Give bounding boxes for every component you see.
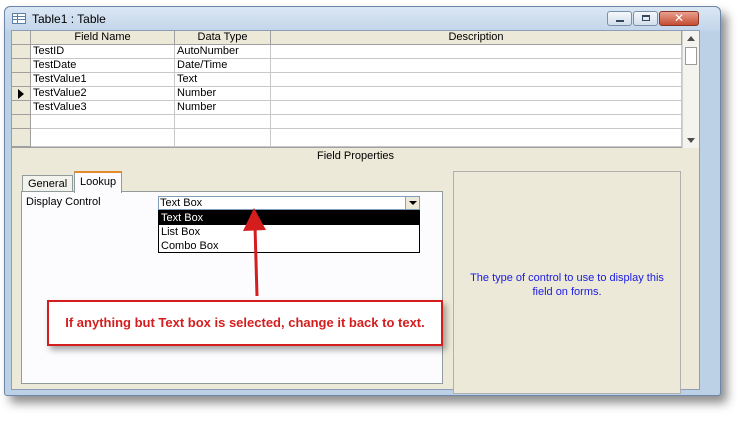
title-bar[interactable]: Table1 : Table ✕	[5, 7, 720, 31]
row-selector[interactable]	[12, 59, 31, 73]
lookup-tab-panel: Display Control Text Box Text Box List B…	[21, 191, 443, 384]
data-type-cell[interactable]: AutoNumber	[175, 45, 271, 59]
window-title: Table1 : Table	[32, 12, 106, 26]
field-name-cell[interactable]: TestValue1	[31, 73, 175, 87]
annotation-callout: If anything but Text box is selected, ch…	[47, 300, 443, 346]
field-name-cell[interactable]: TestDate	[31, 59, 175, 73]
field-name-cell[interactable]	[31, 129, 175, 147]
field-properties-title: Field Properties	[12, 148, 699, 164]
row-selector-current[interactable]	[12, 87, 31, 101]
data-type-cell[interactable]: Number	[175, 101, 271, 115]
current-row-pointer-icon	[18, 89, 24, 99]
field-name-cell[interactable]	[31, 115, 175, 129]
close-icon: ✕	[673, 11, 685, 25]
dropdown-arrow-icon[interactable]	[405, 197, 419, 209]
row-selector[interactable]	[12, 101, 31, 115]
description-cell[interactable]	[271, 73, 682, 87]
description-cell[interactable]	[271, 101, 682, 115]
scroll-down-arrow-icon[interactable]	[687, 138, 695, 143]
display-control-dropdown-list: Text Box List Box Combo Box	[158, 210, 420, 253]
row-selector[interactable]	[12, 129, 31, 147]
row-selector[interactable]	[12, 73, 31, 87]
field-grid: Field Name Data Type Description TestID …	[12, 31, 682, 148]
field-name-cell[interactable]: TestValue3	[31, 101, 175, 115]
maximize-icon	[642, 15, 650, 21]
table-icon	[12, 13, 26, 24]
display-control-value: Text Box	[160, 197, 203, 209]
scroll-thumb[interactable]	[685, 47, 697, 65]
grid-corner	[12, 31, 31, 45]
display-control-combo[interactable]: Text Box	[158, 196, 420, 210]
dropdown-option-list-box[interactable]: List Box	[159, 225, 419, 239]
minimize-button[interactable]	[607, 11, 632, 26]
annotation-arrow-icon	[243, 208, 266, 297]
tab-lookup[interactable]: Lookup	[74, 171, 123, 193]
close-button[interactable]: ✕	[659, 11, 699, 26]
data-type-cell[interactable]: Date/Time	[175, 59, 271, 73]
annotation-text: If anything but Text box is selected, ch…	[65, 315, 425, 330]
display-control-label: Display Control	[26, 196, 101, 208]
data-type-cell[interactable]	[175, 129, 271, 147]
field-name-cell[interactable]: TestValue2	[31, 87, 175, 101]
description-cell[interactable]	[271, 87, 682, 101]
row-selector[interactable]	[12, 115, 31, 129]
dropdown-option-text-box[interactable]: Text Box	[159, 211, 419, 225]
description-cell[interactable]	[271, 129, 682, 147]
field-name-cell[interactable]: TestID	[31, 45, 175, 59]
data-type-cell[interactable]: Number	[175, 87, 271, 101]
description-cell[interactable]	[271, 59, 682, 73]
property-help-panel: The type of control to use to display th…	[453, 171, 681, 394]
maximize-button[interactable]	[633, 11, 658, 26]
minimize-icon	[616, 20, 624, 22]
row-selector[interactable]	[12, 45, 31, 59]
description-cell[interactable]	[271, 115, 682, 129]
grid-vertical-scrollbar[interactable]	[682, 31, 699, 148]
property-help-text: The type of control to use to display th…	[470, 272, 664, 298]
data-type-cell[interactable]: Text	[175, 73, 271, 87]
column-header-description[interactable]: Description	[271, 31, 682, 45]
data-type-cell[interactable]	[175, 115, 271, 129]
dropdown-option-combo-box[interactable]: Combo Box	[159, 239, 419, 253]
column-header-field-name[interactable]: Field Name	[31, 31, 175, 45]
scroll-up-arrow-icon[interactable]	[687, 36, 695, 41]
description-cell[interactable]	[271, 45, 682, 59]
column-header-data-type[interactable]: Data Type	[175, 31, 271, 45]
